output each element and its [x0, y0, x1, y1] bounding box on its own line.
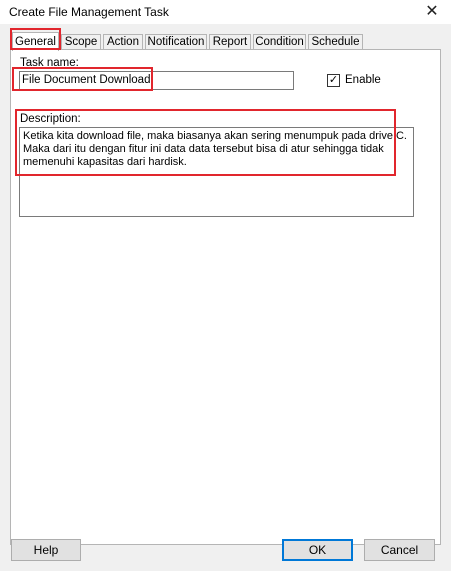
close-icon[interactable]: ✕ — [419, 2, 445, 22]
tab-report[interactable]: Report — [209, 34, 251, 49]
tab-schedule[interactable]: Schedule — [308, 34, 363, 49]
tab-action[interactable]: Action — [103, 34, 143, 49]
description-textarea[interactable]: Ketika kita download file, maka biasanya… — [19, 127, 414, 217]
tab-notification[interactable]: Notification — [145, 34, 207, 49]
title-bar: Create File Management Task ✕ — [0, 0, 451, 24]
task-name-input[interactable]: File Document Download — [19, 71, 294, 90]
window-title: Create File Management Task — [9, 5, 169, 19]
tab-scope[interactable]: Scope — [61, 34, 101, 49]
tab-condition[interactable]: Condition — [253, 34, 306, 49]
task-name-label: Task name: — [20, 57, 79, 69]
ok-button[interactable]: OK — [282, 539, 353, 561]
cancel-button[interactable]: Cancel — [364, 539, 435, 561]
description-label: Description: — [20, 113, 81, 125]
tab-panel-general: Task name: File Document Download ✓ Enab… — [10, 49, 441, 545]
help-button[interactable]: Help — [11, 539, 81, 561]
enable-label: Enable — [345, 74, 381, 86]
dialog-body: General Scope Action Notification Report… — [0, 24, 451, 571]
tab-general[interactable]: General — [12, 32, 59, 51]
enable-checkbox[interactable]: ✓ — [327, 74, 340, 87]
